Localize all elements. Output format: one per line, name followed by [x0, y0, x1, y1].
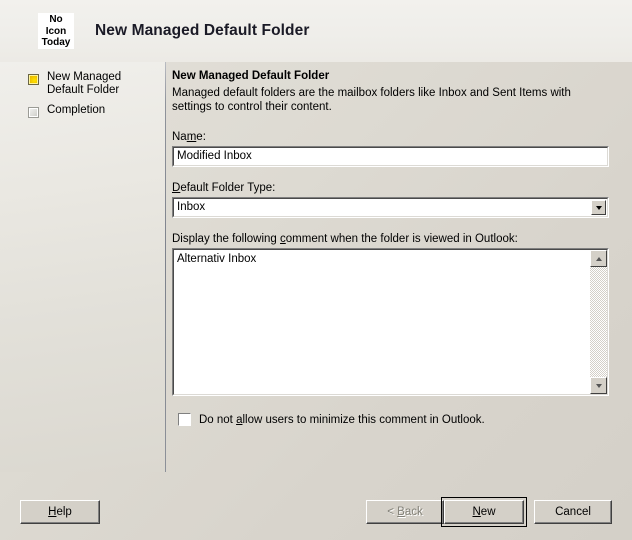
- help-button[interactable]: Help: [20, 500, 100, 524]
- page-title: New Managed Default Folder: [95, 22, 310, 39]
- step-marker-active-icon: [28, 74, 39, 85]
- name-label-accelerator: m: [186, 131, 197, 143]
- placeholder-icon-line-2: Icon: [45, 25, 67, 37]
- minimize-comment-checkbox[interactable]: [178, 413, 191, 426]
- pane-title: New Managed Default Folder: [172, 70, 330, 82]
- wizard-header: No Icon Today New Managed Default Folder: [0, 0, 632, 62]
- name-input-inner: Modified Inbox: [173, 147, 608, 166]
- minimize-comment-label: Do not allow users to minimize this comm…: [199, 413, 485, 426]
- sidebar-item-completion[interactable]: Completion: [28, 104, 165, 118]
- name-label: Name:: [172, 131, 206, 143]
- step-list: New Managed Default Folder Completion: [0, 62, 165, 118]
- main-content: New Managed Default Folder Managed defau…: [172, 70, 609, 426]
- wizard-window: No Icon Today New Managed Default Folder…: [0, 0, 632, 540]
- chevron-down-icon[interactable]: [591, 200, 606, 215]
- comment-scrollbar[interactable]: [590, 250, 607, 394]
- scroll-up-arrow-icon[interactable]: [590, 250, 607, 267]
- comment-textarea[interactable]: Alternativ Inbox: [172, 248, 609, 396]
- new-button-accelerator: N: [472, 506, 481, 518]
- cancel-button[interactable]: Cancel: [534, 500, 612, 524]
- sidebar-divider: [165, 62, 166, 472]
- step-label: Completion: [47, 104, 106, 116]
- comment-label: Display the following comment when the f…: [172, 233, 518, 245]
- scroll-down-arrow-icon[interactable]: [590, 377, 607, 394]
- name-input[interactable]: Modified Inbox: [172, 146, 609, 167]
- new-button[interactable]: New: [444, 500, 524, 524]
- placeholder-icon-line-3: Today: [41, 37, 71, 48]
- minimize-comment-checkbox-row[interactable]: Do not allow users to minimize this comm…: [178, 413, 609, 426]
- default-folder-type-select[interactable]: Inbox: [172, 197, 609, 218]
- pane-description: Managed default folders are the mailbox …: [172, 87, 571, 113]
- comment-textarea-value: Alternativ Inbox: [177, 253, 257, 265]
- default-folder-type-label: Default Folder Type:: [172, 182, 276, 194]
- back-button-accelerator: B: [397, 506, 405, 518]
- step-label: New Managed Default Folder: [47, 71, 122, 96]
- comment-textarea-inner: Alternativ Inbox: [173, 249, 608, 395]
- name-input-value: Modified Inbox: [177, 150, 252, 162]
- placeholder-icon-line-1: No: [49, 14, 63, 25]
- wizard-sidebar: New Managed Default Folder Completion: [0, 62, 165, 472]
- step-marker-inactive-icon: [28, 107, 39, 118]
- default-folder-type-select-inner: Inbox: [173, 198, 608, 217]
- back-button[interactable]: < Back: [366, 500, 444, 524]
- placeholder-icon: No Icon Today: [38, 13, 74, 49]
- default-folder-type-value: Inbox: [177, 201, 206, 213]
- sidebar-item-new-managed-default-folder[interactable]: New Managed Default Folder: [28, 71, 165, 97]
